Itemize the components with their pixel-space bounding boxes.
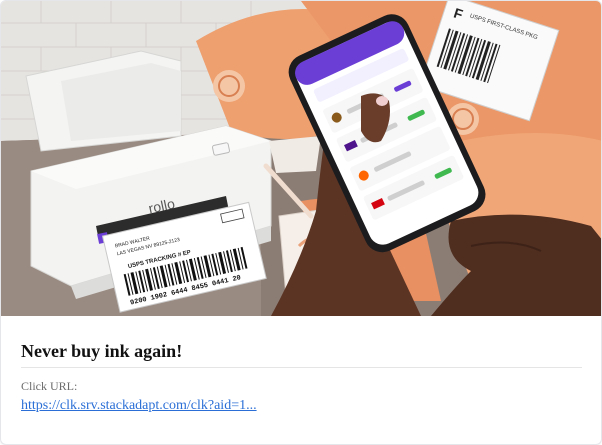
click-url-link[interactable]: https://clk.srv.stackadapt.com/clk?aid=1… [21, 397, 257, 415]
ad-card[interactable]: F USPS FIRST-CLASS PKG rollo BRAD WALTER… [0, 0, 602, 445]
thumbnail-nail [376, 96, 388, 106]
hero-image[interactable]: F USPS FIRST-CLASS PKG rollo BRAD WALTER… [1, 1, 602, 316]
envelope-logo-icon [213, 70, 245, 102]
click-url-label: Click URL: [21, 379, 78, 393]
ad-content: Never buy ink again! Click URL: https://… [21, 337, 582, 415]
ad-headline[interactable]: Never buy ink again! [21, 337, 582, 368]
